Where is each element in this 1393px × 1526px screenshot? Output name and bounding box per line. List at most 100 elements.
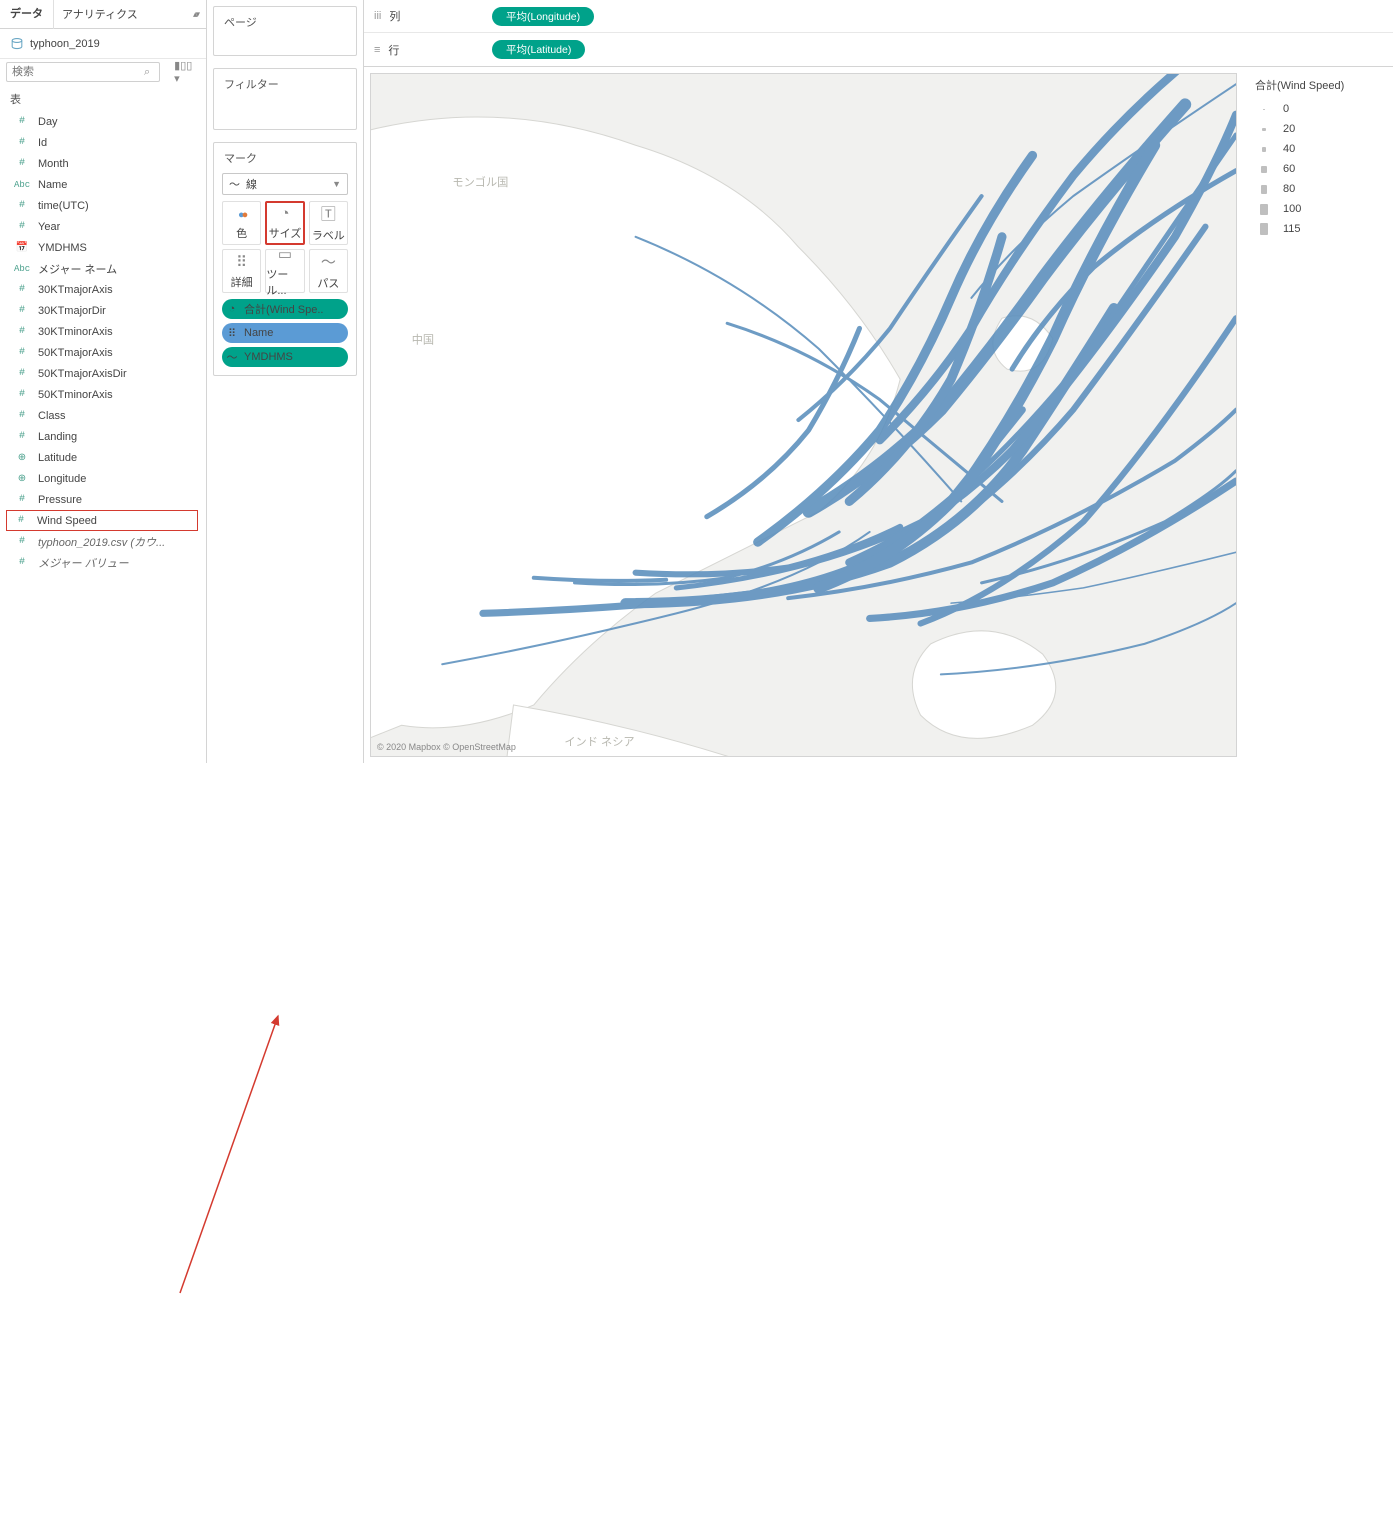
map-label-china: 中国 [412,334,434,347]
worksheet-area: iii 列 平均(Longitude) ≡ 行 平均(Latitude) [364,0,1393,763]
marks-grid: ●● 色 ◔ サイズ 🅃 ラベル ⠿ 詳細 ▭ ツール... [214,195,356,299]
search-input[interactable] [6,62,160,82]
updown-icon: ▴▾ [193,9,198,20]
filters-card[interactable]: フィルター [213,68,357,130]
legend-swatch [1260,204,1268,215]
size-legend[interactable]: 合計(Wind Speed) 020406080100115 [1243,67,1393,763]
field-name: 50KTminorAxis [38,389,113,401]
map-label-mongolia: モンゴル国 [452,175,508,189]
rows-shelf[interactable]: ≡ 行 平均(Latitude) [364,33,1393,66]
tooltip-icon: ▭ [278,245,292,263]
rows-label: 行 [388,42,399,58]
pill-ymdhms[interactable]: 〜 YMDHMS [222,347,348,367]
field-year[interactable]: #Year [0,216,206,237]
mark-label[interactable]: 🅃 ラベル [309,201,348,245]
field-50ktmajoraxisdir[interactable]: #50KTmajorAxisDir [0,363,206,384]
field-type-icon: # [14,305,30,316]
legend-row: 100 [1255,199,1381,219]
field-name: Wind Speed [37,515,97,527]
field-class[interactable]: #Class [0,405,206,426]
field-time-utc-[interactable]: #time(UTC) [0,195,206,216]
legend-value: 80 [1283,183,1295,195]
field-type-icon: # [14,221,30,232]
legend-row: 0 [1255,99,1381,119]
field-pressure[interactable]: #Pressure [0,489,206,510]
path-icon: 〜 [224,349,240,365]
map-label-indonesia: インド ネシア [564,736,634,749]
field-name: メジャー ネーム [38,261,117,277]
mark-color[interactable]: ●● 色 [222,201,261,245]
field-type-icon: # [14,347,30,358]
field-name: Landing [38,431,77,443]
columns-pill[interactable]: 平均(Longitude) [492,7,594,26]
field-name: 50KTmajorAxis [38,347,113,359]
shelves: iii 列 平均(Longitude) ≡ 行 平均(Latitude) [364,0,1393,67]
field-wind-speed[interactable]: #Wind Speed [6,510,198,531]
field-id[interactable]: #Id [0,132,206,153]
field-name: YMDHMS [38,242,87,254]
legend-row: 115 [1255,219,1381,239]
pill-sum-wind[interactable]: ◔ 合計(Wind Spe.. [222,299,348,319]
mark-type-select[interactable]: 〜 線 ▼ [222,173,348,195]
field-type-icon: ⊕ [14,452,30,464]
field-type-icon: # [14,389,30,400]
field-50ktmajoraxis[interactable]: #50KTmajorAxis [0,342,206,363]
marks-card-header: マーク [214,143,356,173]
field-50ktminoraxis[interactable]: #50KTminorAxis [0,384,206,405]
field-type-icon: Abc [14,264,30,274]
field-month[interactable]: #Month [0,153,206,174]
pill-label: Name [244,327,273,339]
tab-data[interactable]: データ [0,0,53,29]
pill-label: 合計(Wind Spe.. [244,301,323,317]
rows-pill[interactable]: 平均(Latitude) [492,40,585,59]
field-ymdhms[interactable]: 📅YMDHMS [0,237,206,258]
detail-icon: ⠿ [224,325,240,341]
mark-detail[interactable]: ⠿ 詳細 [222,249,261,293]
field-latitude[interactable]: ⊕ Latitude [0,447,206,468]
map-viz[interactable]: モンゴル国 中国 インド ネシア [370,73,1237,757]
field-name: Latitude [38,452,77,464]
field-name: Name [38,179,67,191]
columns-shelf[interactable]: iii 列 平均(Longitude) [364,0,1393,33]
field-name: Month [38,158,69,170]
field-30ktmajordir[interactable]: #30KTmajorDir [0,300,206,321]
field-type-icon: # [14,494,30,505]
field-type-icon: # [14,536,30,547]
datasource-row[interactable]: typhoon_2019 [0,29,206,59]
field-day[interactable]: #Day [0,111,206,132]
field-longitude[interactable]: ⊕Longitude [0,468,206,489]
field-30ktminoraxis[interactable]: #30KTminorAxis [0,321,206,342]
legend-row: 80 [1255,179,1381,199]
field-typhoon_2019-csv-------[interactable]: #typhoon_2019.csv (カウ... [0,531,206,552]
mark-size[interactable]: ◔ サイズ [265,201,304,245]
mark-size-label: サイズ [269,225,302,241]
field-name: 30KTmajorDir [38,305,106,317]
field-type-icon: # [14,410,30,421]
pill-name[interactable]: ⠿ Name [222,323,348,343]
field-name[interactable]: AbcName [0,174,206,195]
search-row: ⌕ ▮▯▯ ▾ [0,59,206,85]
mark-tooltip[interactable]: ▭ ツール... [265,249,304,293]
field-name: 50KTmajorAxisDir [38,368,127,380]
filters-card-header: フィルター [214,69,356,99]
legend-swatch [1263,109,1266,110]
field-landing[interactable]: #Landing [0,426,206,447]
field----------[interactable]: #メジャー バリュー [0,552,206,573]
rows-icon: ≡ [374,44,380,56]
field-name: Day [38,116,58,128]
field-name: メジャー バリュー [38,555,129,571]
field-30ktmajoraxis[interactable]: #30KTmajorAxis [0,279,206,300]
legend-row: 20 [1255,119,1381,139]
legend-value: 60 [1283,163,1295,175]
tab-analytics[interactable]: アナリティクス ▴▾ [53,0,206,29]
field-type-icon: # [14,368,30,379]
pill-label: YMDHMS [244,351,293,363]
legend-title: 合計(Wind Speed) [1255,77,1381,93]
pages-card[interactable]: ページ [213,6,357,56]
line-icon: 〜 [229,176,240,192]
mark-path[interactable]: 〜 パス [309,249,348,293]
legend-swatch [1260,223,1268,235]
field-type-icon: # [14,137,30,148]
view-options[interactable]: ▮▯▯ ▾ [174,59,200,85]
field---------[interactable]: Abc メジャー ネーム [0,258,206,279]
